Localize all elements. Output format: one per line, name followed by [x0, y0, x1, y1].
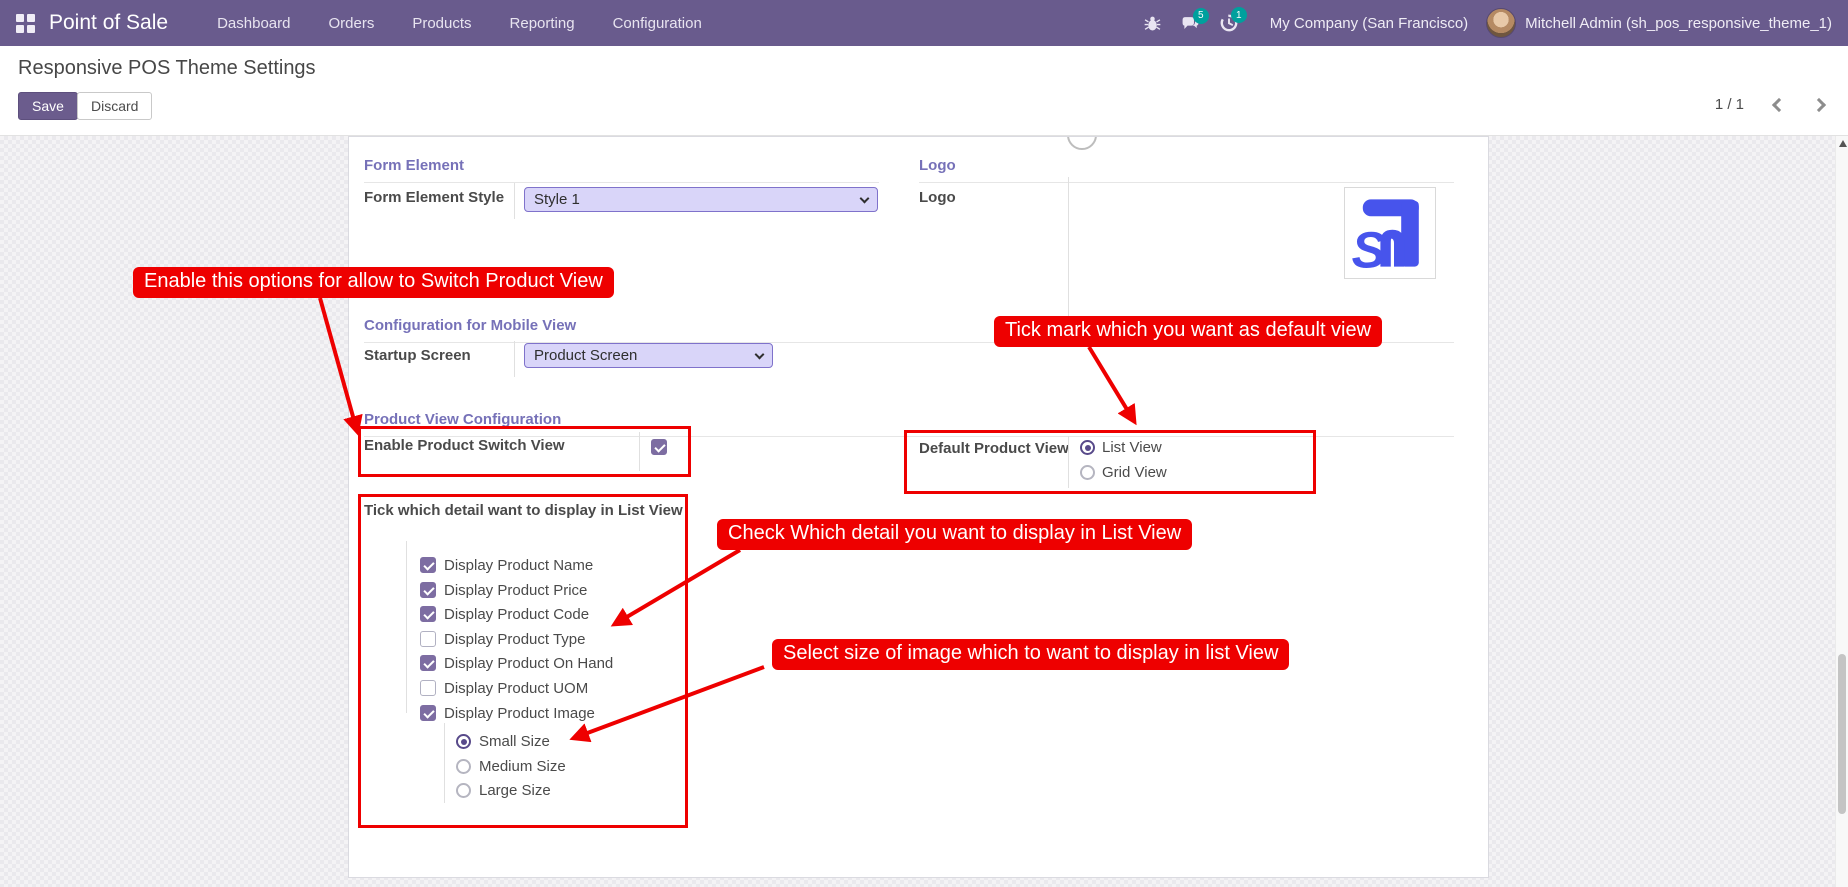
- separator: [514, 341, 515, 377]
- separator: [406, 541, 407, 713]
- clipped-widget-circle: [1067, 137, 1097, 150]
- display-product-type-label: Display Product Type: [444, 631, 586, 648]
- separator: [1068, 177, 1069, 323]
- logo-image[interactable]: S: [1344, 187, 1436, 279]
- logo-field-label: Logo: [919, 189, 956, 206]
- callout-switch-product-view: Enable this options for allow to Switch …: [133, 267, 614, 298]
- form-element-style-select[interactable]: Style 1: [524, 187, 878, 212]
- pager-count: 1 / 1: [1714, 96, 1744, 113]
- chevron-down-icon: [754, 349, 765, 360]
- content-area: Form Element Form Element Style Style 1 …: [0, 136, 1848, 887]
- large-size-radio[interactable]: [456, 783, 471, 798]
- callout-image-size: Select size of image which to want to di…: [772, 639, 1290, 670]
- enable-product-switch-view-label: Enable Product Switch View: [364, 437, 565, 454]
- startup-screen-select[interactable]: Product Screen: [524, 343, 773, 368]
- separator: [1068, 436, 1069, 488]
- app-brand[interactable]: Point of Sale: [49, 11, 168, 35]
- callout-default-view: Tick mark which you want as default view: [994, 316, 1383, 347]
- chevron-down-icon: [859, 193, 870, 204]
- company-switcher[interactable]: My Company (San Francisco): [1248, 15, 1486, 32]
- small-size-radio-label: Small Size: [479, 733, 550, 750]
- section-header-logo: Logo: [919, 157, 1454, 183]
- menu-reporting[interactable]: Reporting: [491, 0, 594, 46]
- pager-previous-icon[interactable]: [1771, 97, 1787, 112]
- discard-button[interactable]: Discard: [77, 92, 153, 120]
- grid-view-radio-label: Grid View: [1102, 464, 1167, 481]
- startup-screen-value: Product Screen: [534, 347, 638, 364]
- grid-view-radio[interactable]: [1080, 465, 1095, 480]
- display-product-code-label: Display Product Code: [444, 606, 590, 623]
- display-product-image-label: Display Product Image: [444, 705, 595, 722]
- startup-screen-label: Startup Screen: [364, 347, 471, 364]
- form-sheet: Form Element Form Element Style Style 1 …: [348, 136, 1489, 878]
- vertical-scrollbar[interactable]: [1835, 136, 1848, 887]
- display-product-name-checkbox[interactable]: [420, 557, 436, 573]
- scrollbar-up-arrow-icon[interactable]: [1839, 140, 1847, 147]
- pager-next-icon[interactable]: [1811, 97, 1827, 112]
- display-product-price-label: Display Product Price: [444, 582, 588, 599]
- display-product-name-label: Display Product Name: [444, 557, 594, 574]
- user-avatar[interactable]: [1486, 8, 1517, 38]
- display-product-on-hand-label: Display Product On Hand: [444, 655, 614, 672]
- record-pager: 1 / 1: [1714, 96, 1827, 113]
- menu-configuration[interactable]: Configuration: [594, 0, 721, 46]
- display-product-uom-label: Display Product UOM: [444, 680, 589, 697]
- user-menu[interactable]: Mitchell Admin (sh_pos_responsive_theme_…: [1525, 15, 1832, 32]
- svg-text:S: S: [1352, 221, 1386, 273]
- menu-dashboard[interactable]: Dashboard: [198, 0, 309, 46]
- separator: [444, 723, 445, 803]
- main-menu: Dashboard Orders Products Reporting Conf…: [198, 0, 721, 46]
- display-product-on-hand-checkbox[interactable]: [420, 655, 436, 671]
- list-view-radio-label: List View: [1102, 439, 1162, 456]
- large-size-radio-label: Large Size: [479, 782, 551, 799]
- callout-list-detail: Check Which detail you want to display i…: [717, 519, 1193, 550]
- form-element-style-value: Style 1: [534, 191, 580, 208]
- list-view-radio[interactable]: [1080, 440, 1095, 455]
- display-product-image-checkbox[interactable]: [420, 705, 436, 721]
- control-panel: Responsive POS Theme Settings Save Disca…: [0, 46, 1848, 136]
- menu-orders[interactable]: Orders: [309, 0, 393, 46]
- menu-products[interactable]: Products: [393, 0, 490, 46]
- screen: Point of Sale Dashboard Orders Products …: [0, 0, 1848, 887]
- activities-clock-icon[interactable]: 1: [1220, 7, 1247, 32]
- default-product-view-label: Default Product View: [919, 440, 1069, 457]
- scrollbar-thumb[interactable]: [1838, 654, 1846, 814]
- save-button[interactable]: Save: [18, 92, 78, 120]
- display-product-type-checkbox[interactable]: [420, 631, 436, 647]
- separator: [639, 432, 640, 471]
- display-product-uom-checkbox[interactable]: [420, 680, 436, 696]
- messages-count-badge: 5: [1192, 7, 1209, 24]
- messages-icon[interactable]: 5: [1181, 7, 1209, 32]
- list-details-title: Tick which detail want to display in Lis…: [364, 502, 683, 519]
- small-size-radio[interactable]: [456, 734, 471, 749]
- apps-grid-icon[interactable]: [16, 13, 35, 33]
- display-product-code-checkbox[interactable]: [420, 606, 436, 622]
- medium-size-radio[interactable]: [456, 759, 471, 774]
- activities-count-badge: 1: [1230, 7, 1247, 23]
- display-product-price-checkbox[interactable]: [420, 582, 436, 598]
- top-navbar: Point of Sale Dashboard Orders Products …: [0, 0, 1848, 46]
- form-element-style-label: Form Element Style: [364, 189, 505, 206]
- enable-product-switch-view-checkbox[interactable]: [651, 439, 667, 455]
- page-title: Responsive POS Theme Settings: [18, 57, 316, 79]
- separator: [514, 183, 515, 219]
- debug-bug-icon[interactable]: [1144, 15, 1161, 32]
- medium-size-radio-label: Medium Size: [479, 758, 566, 775]
- section-header-form-element: Form Element: [364, 157, 879, 183]
